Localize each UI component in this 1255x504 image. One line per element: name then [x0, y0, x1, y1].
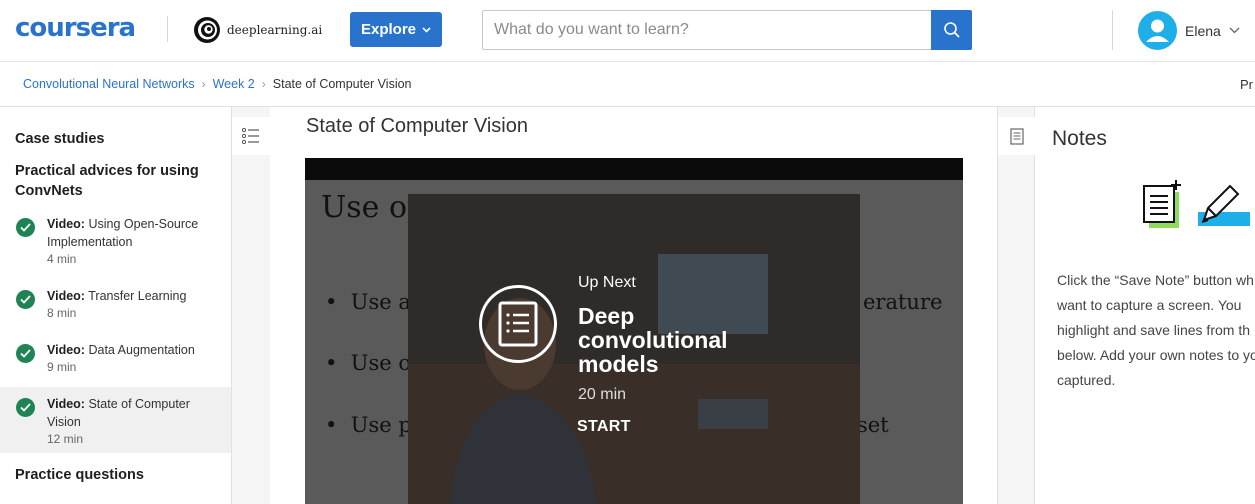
slide-bullet-2: • Use o — [325, 351, 411, 375]
sidebar-item-duration: 12 min — [47, 432, 84, 446]
check-icon — [16, 218, 35, 237]
check-icon — [16, 398, 35, 417]
outline-toggle-button[interactable] — [232, 117, 270, 155]
sidebar-item-label: Video: Data Augmentation — [47, 343, 195, 357]
search-icon — [943, 22, 960, 38]
sidebar-item-label: Video: Transfer Learning — [47, 289, 187, 303]
breadcrumb-course[interactable]: Convolutional Neural Networks — [23, 77, 195, 91]
search-input[interactable] — [483, 11, 931, 49]
document-icon — [1010, 127, 1024, 145]
sidebar-item-label: Video: State of Computer Vision — [47, 397, 190, 429]
section-heading-practical-advices[interactable]: Practical advices for using ConvNets — [15, 161, 215, 201]
user-divider — [1112, 10, 1113, 50]
notes-toggle-button[interactable] — [998, 117, 1036, 155]
user-name: Elena — [1185, 22, 1221, 39]
user-icon — [1146, 19, 1169, 42]
slide-bullet-1-end: erature — [863, 290, 943, 314]
slide-bullet-3: • Use p — [325, 413, 412, 437]
breadcrumb-week[interactable]: Week 2 — [213, 77, 255, 91]
avatar — [1138, 11, 1177, 50]
notes-toggle-panel — [997, 107, 1036, 504]
sidebar-item-duration: 8 min — [47, 306, 77, 320]
logo-divider — [167, 16, 168, 42]
video-top-band — [305, 158, 963, 180]
chevron-down-icon — [422, 26, 431, 33]
explore-label: Explore — [360, 21, 417, 38]
save-note-icon — [1143, 180, 1181, 228]
top-navigation-bar: coursera deeplearning.ai Explore What do… — [0, 0, 1255, 62]
explore-button[interactable]: Explore — [350, 12, 442, 47]
sidebar-item-transfer-learning[interactable]: Video: Transfer Learning 8 min — [0, 287, 231, 323]
reading-icon — [498, 301, 538, 347]
sidebar-item-duration: 9 min — [47, 360, 77, 374]
breadcrumb-right-link[interactable]: Pr — [1240, 77, 1253, 92]
outline-toggle-panel — [232, 107, 270, 504]
chevron-right-icon: › — [261, 77, 266, 91]
breadcrumb-current: State of Computer Vision — [272, 77, 412, 91]
up-next-label: Up Next — [578, 274, 636, 291]
notes-description: Click the “Save Note” button wh want to … — [1057, 272, 1255, 388]
sidebar-item-state-of-cv[interactable]: Video: State of Computer Vision 12 min — [0, 387, 231, 453]
list-icon — [242, 128, 259, 144]
highlighter-icon — [1198, 184, 1250, 226]
check-icon — [16, 290, 35, 309]
sidebar-item-open-source[interactable]: Video: Using Open-Source Implementation … — [0, 215, 231, 269]
page-title: State of Computer Vision — [306, 115, 528, 137]
user-menu[interactable]: Elena — [1138, 11, 1240, 50]
notes-title: Notes — [1052, 127, 1107, 150]
coursera-logo[interactable]: coursera — [15, 13, 136, 43]
partner-name: deeplearning.ai — [227, 23, 323, 37]
check-icon — [16, 344, 35, 363]
deeplearning-icon — [194, 17, 220, 43]
up-next-button[interactable] — [479, 285, 557, 363]
section-heading-case-studies[interactable]: Case studies — [15, 129, 104, 149]
course-sidebar: Case studies Practical advices for using… — [0, 107, 232, 504]
breadcrumb: Convolutional Neural Networks › Week 2 ›… — [23, 77, 412, 91]
sidebar-item-data-augmentation[interactable]: Video: Data Augmentation 9 min — [0, 341, 231, 377]
chevron-right-icon: › — [201, 77, 206, 91]
video-player[interactable]: Use op • Use a erature • Use o • Use p s… — [305, 158, 963, 504]
start-button[interactable]: START — [577, 418, 631, 436]
search-button[interactable] — [931, 10, 972, 50]
slide-bullet-3-end: set — [857, 413, 889, 437]
slide-bullet-1: • Use a — [325, 290, 411, 314]
sidebar-item-label: Video: Using Open-Source Implementation — [47, 217, 199, 249]
partner-logo[interactable]: deeplearning.ai — [193, 16, 322, 44]
sidebar-item-duration: 4 min — [47, 252, 77, 266]
up-next-duration: 20 min — [578, 386, 627, 403]
up-next-title[interactable]: Deep convolutional models — [578, 304, 778, 376]
chevron-down-icon — [1229, 27, 1240, 34]
section-heading-practice-questions[interactable]: Practice questions — [15, 465, 144, 485]
search-bar — [482, 10, 972, 50]
